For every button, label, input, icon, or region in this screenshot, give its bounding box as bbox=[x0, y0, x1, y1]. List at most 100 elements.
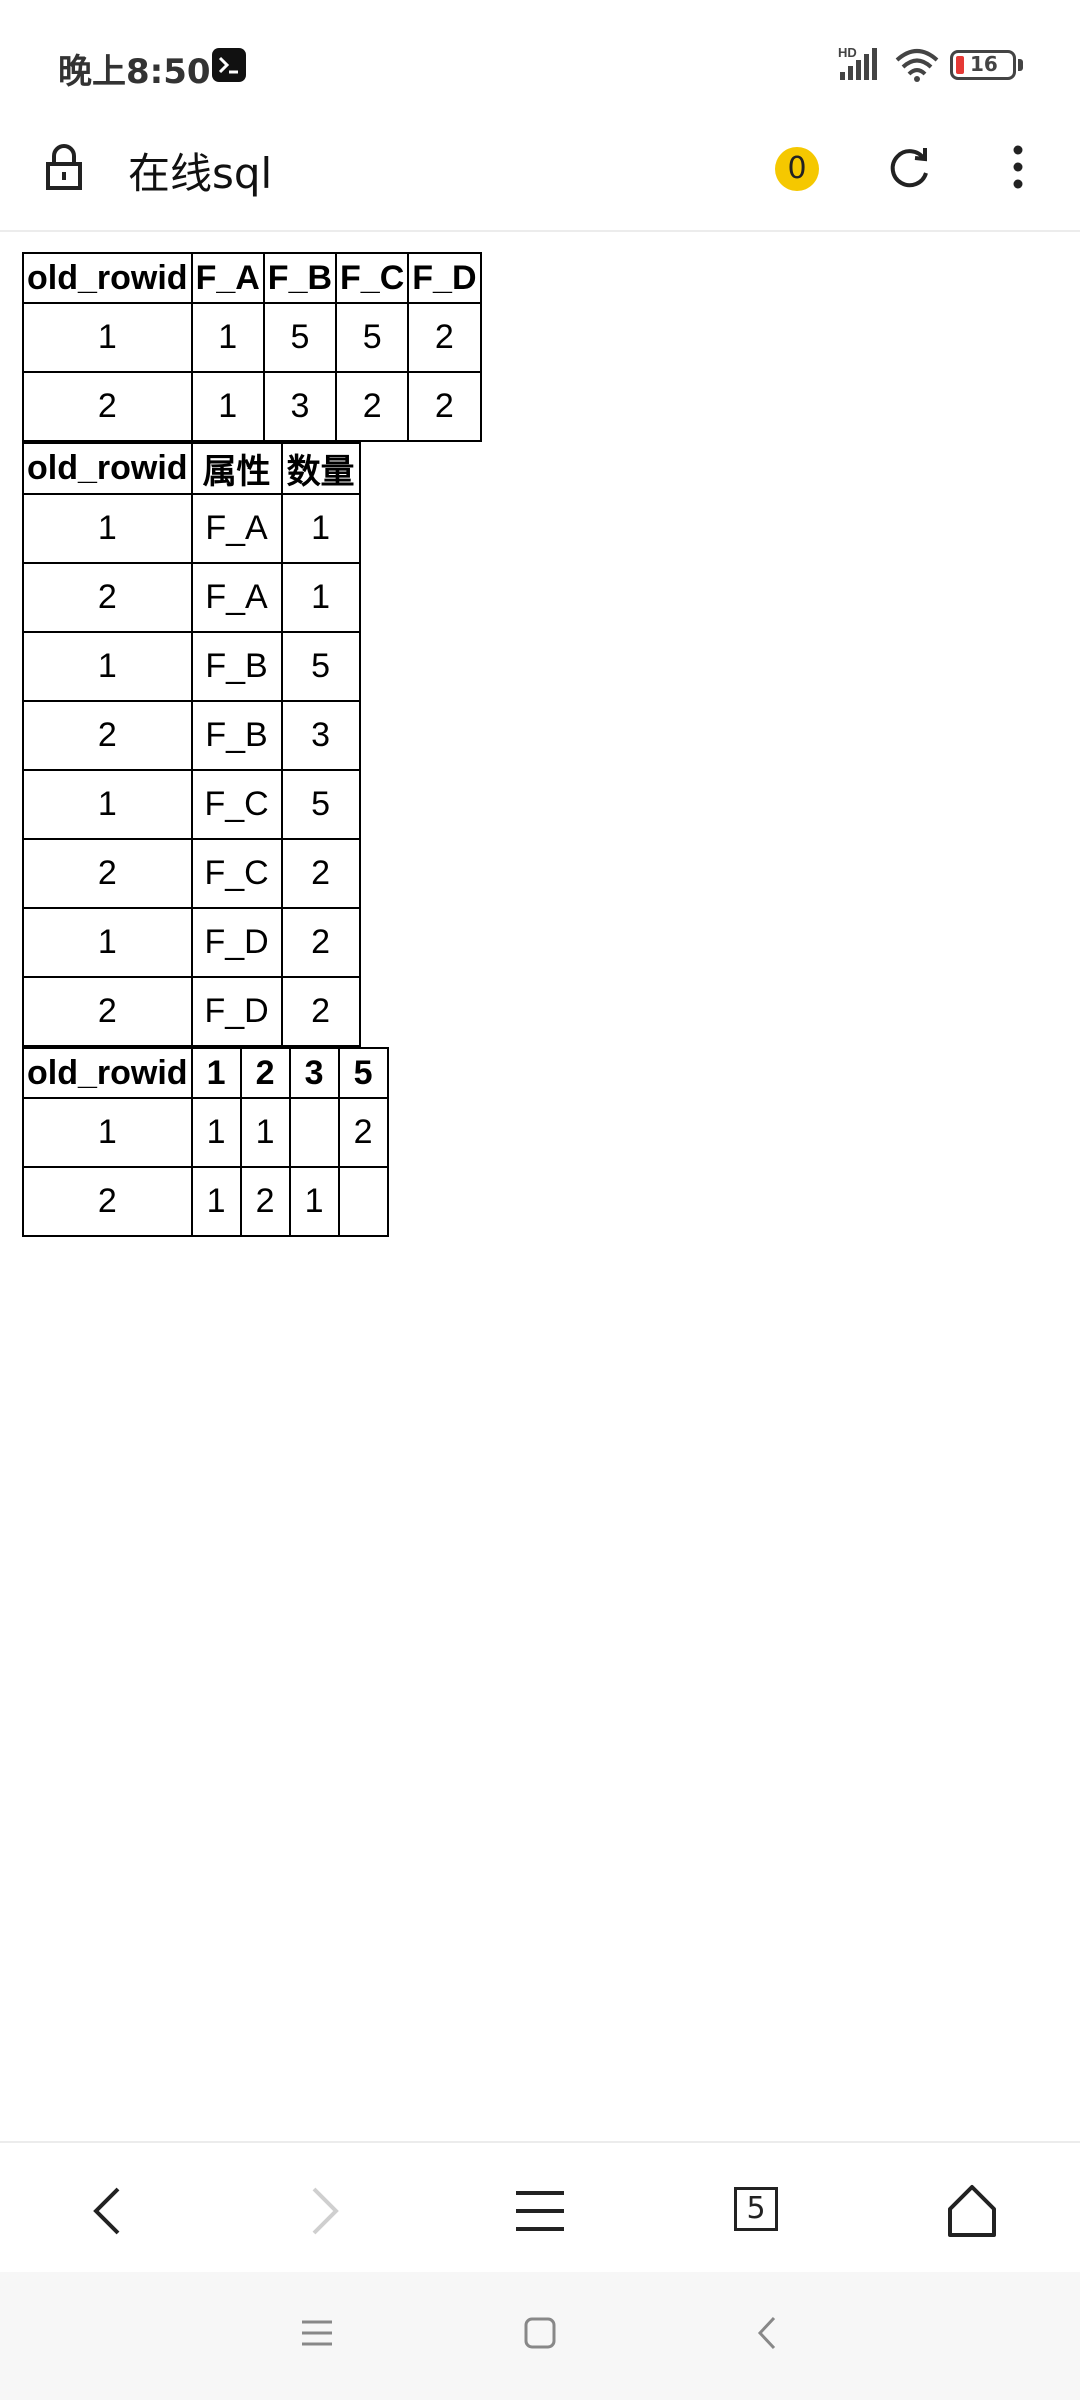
table-row: 2 F_B 3 bbox=[22, 700, 361, 771]
table-cell: 2 bbox=[280, 907, 361, 978]
table-cell: 1 bbox=[190, 371, 265, 442]
table-cell: 2 bbox=[407, 371, 482, 442]
column-header: old_rowid bbox=[22, 442, 193, 495]
table-cell: 5 bbox=[280, 631, 361, 702]
table-row: 1 F_D 2 bbox=[22, 907, 361, 978]
table-cell: F_A bbox=[190, 562, 283, 633]
table-cell: 2 bbox=[22, 562, 193, 633]
reload-icon[interactable] bbox=[884, 143, 934, 197]
table-cell: 1 bbox=[190, 1097, 242, 1168]
column-header: 2 bbox=[239, 1047, 291, 1099]
network-label: HD bbox=[838, 45, 857, 60]
results-table: old_rowid 属性 数量 1 F_A 1 2 F_A 1 1 F_B 5 2 F_B 3 1 F_C 5 2 F… bbox=[22, 442, 361, 1047]
column-header: 5 bbox=[337, 1047, 389, 1099]
page-title[interactable]: 在线sql bbox=[128, 140, 272, 201]
table-cell: 1 bbox=[280, 562, 361, 633]
column-header: old_rowid bbox=[22, 1047, 193, 1099]
table-cell: 1 bbox=[22, 769, 193, 840]
recents-icon[interactable] bbox=[300, 2316, 334, 2354]
table-cell: 1 bbox=[22, 493, 193, 564]
table-cell: 1 bbox=[22, 907, 193, 978]
forward-icon[interactable] bbox=[302, 2183, 346, 2243]
table-cell: 1 bbox=[239, 1097, 291, 1168]
lock-icon[interactable] bbox=[42, 142, 86, 196]
table-cell: 1 bbox=[288, 1166, 340, 1237]
table-cell: F_C bbox=[190, 769, 283, 840]
table-cell: 5 bbox=[280, 769, 361, 840]
table-cell: F_D bbox=[190, 976, 283, 1047]
bottom-toolbar: 5 bbox=[0, 2141, 1080, 2273]
home-icon[interactable] bbox=[946, 2183, 998, 2243]
sql-results: old_rowid F_A F_B F_C F_D 1 1 5 5 2 2 1 3 2 2 old_rowi… bbox=[22, 252, 482, 1237]
column-header: old_rowid bbox=[22, 252, 193, 304]
column-header: F_A bbox=[190, 252, 265, 304]
table-cell: 2 bbox=[22, 976, 193, 1047]
column-header: 1 bbox=[190, 1047, 242, 1099]
results-table: old_rowid 1 2 3 5 1 1 1 2 2 1 2 1 bbox=[22, 1047, 389, 1237]
table-row: 21322 bbox=[22, 371, 482, 442]
wifi-icon bbox=[894, 48, 940, 86]
table-cell: 1 bbox=[22, 302, 193, 373]
table-cell: 1 bbox=[280, 493, 361, 564]
status-time: 晚上8:50 bbox=[58, 52, 211, 92]
table-cell: F_A bbox=[190, 493, 283, 564]
status-bar: 晚上8:50 HD 16 bbox=[0, 0, 1080, 120]
table-cell: 1 bbox=[190, 302, 265, 373]
table-cell: 1 bbox=[22, 1097, 193, 1168]
table-row: 2 F_D 2 bbox=[22, 976, 361, 1047]
battery-level: 16 bbox=[970, 52, 998, 76]
table-header-row: old_rowid F_A F_B F_C F_D bbox=[22, 252, 482, 304]
table-row: 1112 bbox=[22, 1097, 389, 1168]
table-cell: 2 bbox=[280, 976, 361, 1047]
table-cell: F_B bbox=[190, 631, 283, 702]
column-header: F_C bbox=[335, 252, 410, 304]
table-cell: 2 bbox=[22, 371, 193, 442]
table-row: 1 F_A 1 bbox=[22, 493, 361, 564]
table-cell: F_D bbox=[190, 907, 283, 978]
column-header: F_B bbox=[262, 252, 338, 304]
table-header-row: old_rowid 属性 数量 bbox=[22, 442, 361, 495]
table-row: 2121 bbox=[22, 1166, 389, 1237]
system-nav-bar bbox=[0, 2272, 1080, 2400]
table-cell: 5 bbox=[335, 302, 410, 373]
terminal-icon bbox=[212, 48, 246, 82]
back-nav-icon[interactable] bbox=[752, 2314, 782, 2356]
menu-icon[interactable] bbox=[514, 2183, 566, 2243]
table-row: 1 F_B 5 bbox=[22, 631, 361, 702]
table-cell: 2 bbox=[280, 838, 361, 909]
table-cell: 2 bbox=[337, 1097, 389, 1168]
table-cell: F_C bbox=[190, 838, 283, 909]
column-header: 数量 bbox=[280, 442, 361, 495]
results-table: old_rowid F_A F_B F_C F_D 1 1 5 5 2 2 1 3 2 2 bbox=[22, 252, 482, 442]
table-row: 2 F_C 2 bbox=[22, 838, 361, 909]
table-cell: F_B bbox=[190, 700, 283, 771]
browser-top-bar: 在线sql 0 bbox=[0, 120, 1080, 232]
table-cell: 2 bbox=[335, 371, 410, 442]
table-cell: 3 bbox=[280, 700, 361, 771]
table-cell: 2 bbox=[22, 700, 193, 771]
home-nav-icon[interactable] bbox=[523, 2316, 557, 2354]
column-header: F_D bbox=[407, 252, 482, 304]
more-menu-icon[interactable] bbox=[1008, 142, 1028, 196]
back-icon[interactable] bbox=[86, 2183, 130, 2243]
table-cell: 2 bbox=[22, 1166, 193, 1237]
table-row: 11552 bbox=[22, 302, 482, 373]
tabs-icon[interactable]: 5 bbox=[734, 2187, 778, 2231]
table-row: 1 F_C 5 bbox=[22, 769, 361, 840]
table-cell: 2 bbox=[407, 302, 482, 373]
table-header-row: old_rowid 1 2 3 5 bbox=[22, 1047, 389, 1099]
table-cell bbox=[337, 1166, 389, 1237]
table-cell: 1 bbox=[22, 631, 193, 702]
table-cell: 2 bbox=[22, 838, 193, 909]
table-cell: 1 bbox=[190, 1166, 242, 1237]
notification-badge[interactable]: 0 bbox=[775, 147, 819, 191]
table-cell: 2 bbox=[239, 1166, 291, 1237]
column-header: 3 bbox=[288, 1047, 340, 1099]
table-row: 2 F_A 1 bbox=[22, 562, 361, 633]
table-cell: 3 bbox=[262, 371, 338, 442]
table-cell bbox=[288, 1097, 340, 1168]
signal-icon: HD bbox=[836, 44, 882, 86]
table-cell: 5 bbox=[262, 302, 338, 373]
battery-icon: 16 bbox=[950, 50, 1016, 80]
column-header: 属性 bbox=[190, 442, 283, 495]
